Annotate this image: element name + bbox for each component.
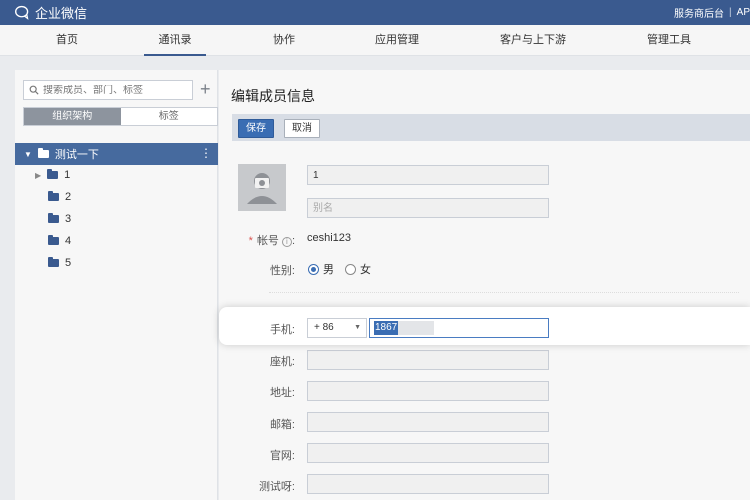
wecom-logo-icon <box>15 5 29 20</box>
phone-row-highlight: 手机: + 86 ▼ 1867 <box>219 307 750 345</box>
phone-value-selected: 1867 <box>374 321 399 335</box>
nav-management-tools[interactable]: 管理工具 <box>646 25 692 56</box>
folder-icon <box>37 148 49 158</box>
section-divider <box>269 292 739 293</box>
gender-male-radio[interactable]: 男 <box>308 261 334 277</box>
search-icon <box>29 85 39 95</box>
department-name: 2 <box>65 191 72 203</box>
email-field[interactable] <box>307 412 549 432</box>
folder-icon <box>48 191 59 201</box>
custom-field-label: 测试呀: <box>258 481 295 493</box>
phone-label: 手机: <box>269 324 295 336</box>
folder-icon <box>48 257 59 267</box>
nav-collaboration[interactable]: 协作 <box>272 25 296 56</box>
app-logo[interactable]: 企业微信 <box>14 4 87 21</box>
custom-field[interactable] <box>307 474 549 494</box>
tree-item-department[interactable]: 5 <box>48 254 71 272</box>
tree-root-department[interactable]: ▼ 测试一下 ⋮ <box>15 143 218 165</box>
gender-option-label: 男 <box>323 264 334 276</box>
nav-home[interactable]: 首页 <box>55 25 79 56</box>
page-title: 编辑成员信息 <box>231 88 315 104</box>
radio-selected-icon <box>308 263 319 275</box>
sidebar: + 组织架构 标签 ▼ 测试一下 ⋮ ▶ 1 2 3 4 5 <box>15 70 218 500</box>
info-icon[interactable]: i <box>281 237 292 247</box>
cancel-button[interactable]: 取消 <box>284 119 320 138</box>
sidebar-tab-switch: 组织架构 标签 <box>23 107 218 126</box>
search-box[interactable] <box>23 80 193 100</box>
department-name: 1 <box>64 169 71 181</box>
department-name: 4 <box>65 235 72 247</box>
department-name: 5 <box>65 257 72 269</box>
tab-tags[interactable]: 标签 <box>120 108 217 125</box>
required-marker: * <box>248 235 253 247</box>
folder-icon <box>48 235 59 245</box>
folder-icon <box>47 169 59 179</box>
country-code-value: + 86 <box>314 322 334 333</box>
website-label: 官网: <box>269 450 295 462</box>
folder-icon <box>48 213 59 223</box>
email-label: 邮箱: <box>269 419 295 431</box>
link-divider: | <box>729 7 732 18</box>
main-nav: 首页 通讯录 协作 应用管理 客户与上下游 管理工具 <box>0 25 750 56</box>
tab-org-structure[interactable]: 组织架构 <box>24 108 121 125</box>
provider-admin-link[interactable]: 服务商后台 <box>674 5 724 20</box>
more-options-icon[interactable]: ⋮ <box>200 146 212 160</box>
tree-item-department[interactable]: 4 <box>48 232 71 250</box>
redaction-mask <box>398 321 435 335</box>
form-toolbar: 保存 取消 <box>232 114 750 141</box>
gender-female-radio[interactable]: 女 <box>345 261 371 277</box>
search-input[interactable] <box>43 84 183 96</box>
app-name: 企业微信 <box>35 6 88 21</box>
top-links: 服务商后台 | AP <box>674 5 750 20</box>
add-icon[interactable]: + <box>200 79 211 99</box>
alias-field[interactable] <box>307 198 549 218</box>
radio-unselected-icon <box>345 263 356 275</box>
landline-label: 座机: <box>269 356 295 368</box>
save-button[interactable]: 保存 <box>238 119 274 138</box>
country-code-select[interactable]: + 86 ▼ <box>307 318 367 338</box>
tree-item-department[interactable]: 2 <box>48 188 71 206</box>
gender-option-label: 女 <box>360 264 371 276</box>
account-label: * 帐号 i: <box>248 235 295 247</box>
landline-field[interactable] <box>307 350 549 370</box>
api-link[interactable]: AP <box>737 7 750 18</box>
edit-member-panel: 编辑成员信息 保存 取消 *帐号i: ceshi123 性别: 男 女 座机: … <box>219 70 750 500</box>
avatar-upload[interactable] <box>238 164 286 211</box>
tree-item-department[interactable]: ▶ 1 <box>35 166 70 184</box>
tree-item-department[interactable]: 3 <box>48 210 71 228</box>
phone-input[interactable]: 1867 <box>369 318 549 338</box>
department-name: 测试一下 <box>54 149 99 161</box>
expand-right-icon[interactable]: ▶ <box>35 171 41 180</box>
top-bar: 企业微信 服务商后台 | AP <box>0 0 750 25</box>
avatar-placeholder-icon <box>247 173 277 204</box>
gender-label: 性别: <box>269 265 295 277</box>
nav-customers[interactable]: 客户与上下游 <box>499 25 567 56</box>
nav-app-management[interactable]: 应用管理 <box>374 25 420 56</box>
name-field[interactable] <box>307 165 549 185</box>
address-label: 地址: <box>269 387 295 399</box>
expand-down-icon[interactable]: ▼ <box>24 150 32 159</box>
dropdown-arrow-icon: ▼ <box>354 324 361 331</box>
account-value: ceshi123 <box>307 232 352 244</box>
address-field[interactable] <box>307 381 549 401</box>
nav-contacts[interactable]: 通讯录 <box>144 25 206 56</box>
department-name: 3 <box>65 213 72 225</box>
website-field[interactable] <box>307 443 549 463</box>
